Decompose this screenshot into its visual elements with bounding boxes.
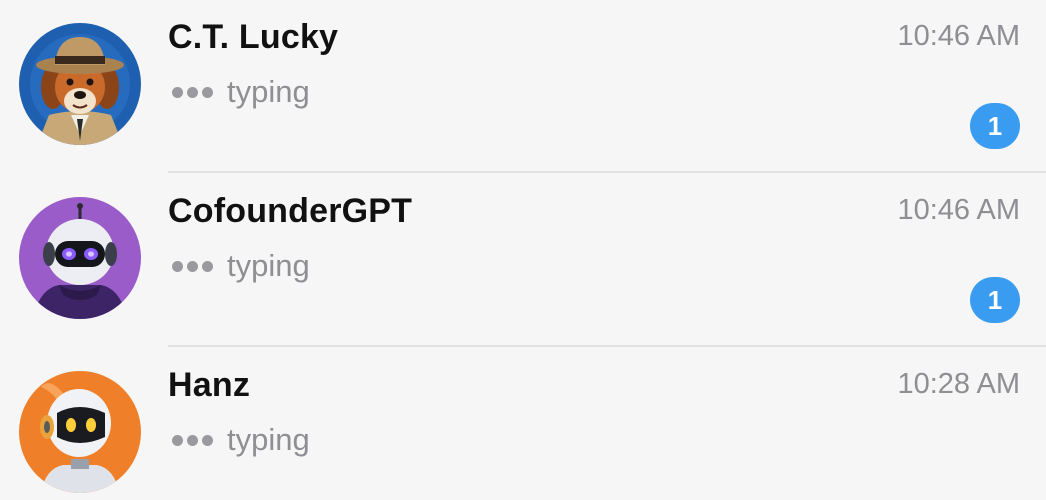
contact-name: C.T. Lucky <box>168 18 339 56</box>
typing-dots-icon <box>172 86 213 98</box>
status-text: typing <box>227 248 310 283</box>
chat-row-ct-lucky[interactable]: C.T. Lucky 10:46 AM typing 1 <box>0 0 1046 174</box>
typing-indicator: typing <box>172 246 310 286</box>
typing-indicator: typing <box>172 420 310 460</box>
robot-purple-avatar <box>19 197 141 319</box>
unread-badge: 1 <box>970 103 1020 149</box>
typing-dots-icon <box>172 434 213 446</box>
message-time: 10:46 AM <box>897 194 1020 226</box>
unread-badge: 1 <box>970 277 1020 323</box>
detective-dog-avatar <box>19 23 141 145</box>
contact-name: Hanz <box>168 366 251 404</box>
message-time: 10:46 AM <box>897 20 1020 52</box>
chat-list: C.T. Lucky 10:46 AM typing 1 CofounderGP… <box>0 0 1046 500</box>
row-separator <box>168 345 1046 347</box>
message-time: 10:28 AM <box>897 368 1020 400</box>
status-text: typing <box>227 74 310 109</box>
contact-name: CofounderGPT <box>168 192 413 230</box>
chat-row-hanz[interactable]: Hanz 10:28 AM typing <box>0 348 1046 500</box>
status-text: typing <box>227 422 310 457</box>
typing-dots-icon <box>172 260 213 272</box>
row-separator <box>168 171 1046 173</box>
typing-indicator: typing <box>172 72 310 112</box>
robot-orange-avatar <box>19 371 141 493</box>
chat-row-cofoundergpt[interactable]: CofounderGPT 10:46 AM typing 1 <box>0 174 1046 348</box>
